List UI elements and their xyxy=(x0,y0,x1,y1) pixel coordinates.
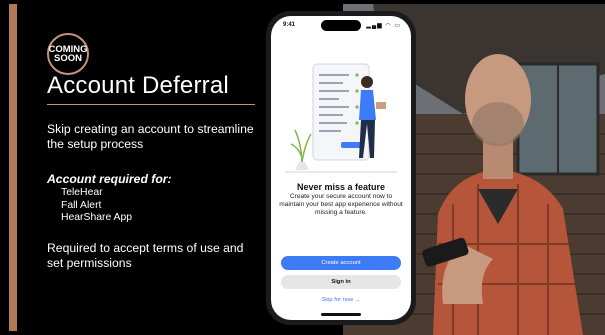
badge-line-2: SOON xyxy=(54,53,82,64)
required-item: Fall Alert xyxy=(61,199,102,211)
status-time: 9:41 xyxy=(283,22,296,28)
feature-body: Create your secure account now to mainta… xyxy=(279,193,403,216)
required-item: TeleHear xyxy=(61,187,103,198)
home-indicator xyxy=(321,313,361,316)
skip-for-now-link[interactable]: Skip for now → xyxy=(271,297,411,303)
coming-soon-badge: COMING SOON xyxy=(47,33,89,75)
sign-in-button[interactable]: Sign in xyxy=(281,275,401,289)
required-heading: Account required for: xyxy=(47,172,172,186)
feature-heading: Never miss a feature xyxy=(296,182,386,192)
feature-illustration xyxy=(285,63,397,173)
required-item: HearShare App xyxy=(61,212,133,223)
signal-wifi-battery-icon: ▂▄▆ ◠ ▭ xyxy=(366,23,401,29)
phone-mockup: 9:41 ▂▄▆ ◠ ▭ Never miss a feature Create… xyxy=(266,11,416,325)
accent-bar xyxy=(9,4,17,331)
create-account-button[interactable]: Create account xyxy=(281,256,401,270)
phone-screen: 9:41 ▂▄▆ ◠ ▭ Never miss a feature Create… xyxy=(271,16,411,320)
title-divider xyxy=(47,104,255,105)
slide-title: Account Deferral xyxy=(47,72,229,99)
required-list: TeleHear Fall Alert HearShare App xyxy=(61,187,132,225)
dynamic-island xyxy=(321,20,361,31)
terms-text: Required to accept terms of use and set … xyxy=(47,241,244,270)
slide: COMING SOON Account Deferral Skip creati… xyxy=(0,0,605,335)
lead-text: Skip creating an account to streamline t… xyxy=(47,122,254,151)
